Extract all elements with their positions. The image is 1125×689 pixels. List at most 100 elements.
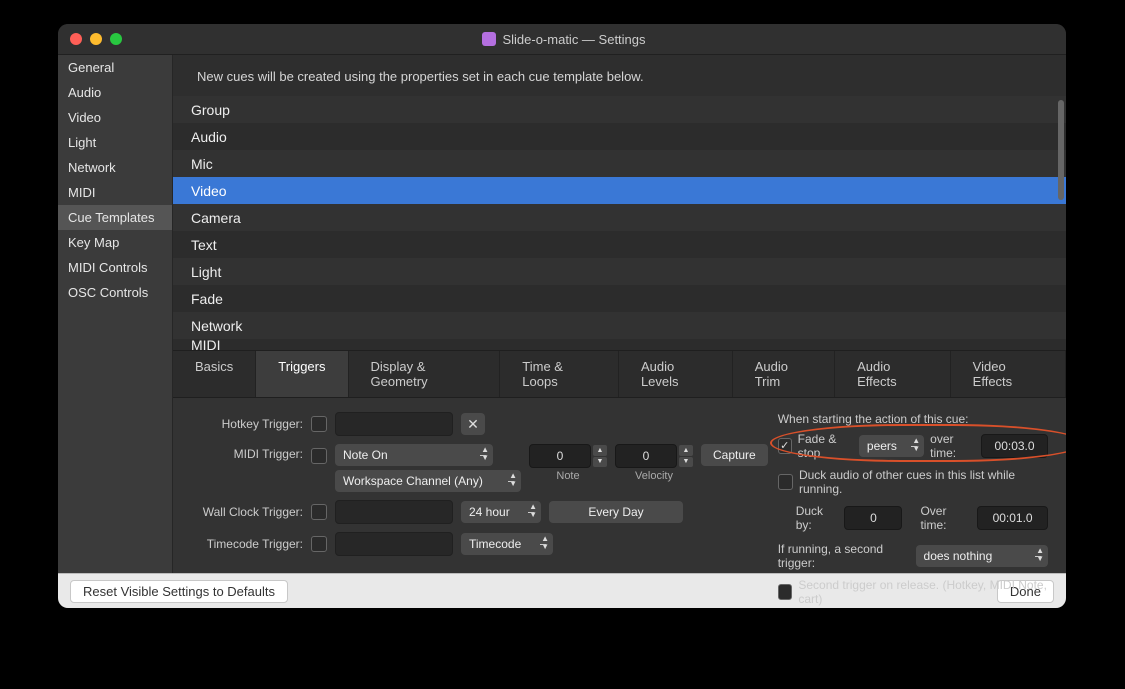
stepper-buttons[interactable]: ▲▼ — [679, 445, 693, 467]
wallclock-label: Wall Clock Trigger: — [191, 505, 303, 519]
fade-stop-target-select[interactable]: peers ▲▼ — [859, 435, 924, 457]
wallclock-format-value: 24 hour — [469, 505, 510, 519]
release-checkbox[interactable] — [778, 584, 793, 600]
fade-stop-checkbox[interactable] — [778, 438, 792, 454]
midi-checkbox[interactable] — [311, 448, 327, 464]
timecode-mode-select[interactable]: Timecode ▲▼ — [461, 533, 553, 555]
duck-over-label: Over time: — [920, 504, 971, 532]
sidebar-item-midi-controls[interactable]: MIDI Controls — [58, 255, 172, 280]
midi-type-select[interactable]: Note On ▲▼ — [335, 444, 493, 466]
window-controls — [70, 33, 122, 45]
midi-velocity-label: Velocity — [635, 470, 673, 482]
zoom-icon[interactable] — [110, 33, 122, 45]
sidebar-item-audio[interactable]: Audio — [58, 80, 172, 105]
sidebar-item-video[interactable]: Video — [58, 105, 172, 130]
fade-stop-over-label: over time: — [930, 432, 975, 460]
sidebar-item-light[interactable]: Light — [58, 130, 172, 155]
fade-stop-time-input[interactable]: 00:03.0 — [981, 434, 1048, 458]
duck-over-input[interactable]: 00:01.0 — [977, 506, 1048, 530]
hotkey-row: Hotkey Trigger: ✕ — [191, 412, 768, 436]
midi-channel-value: Workspace Channel (Any) — [343, 474, 483, 488]
cue-row-light[interactable]: Light — [173, 258, 1066, 285]
wallclock-input[interactable] — [335, 500, 453, 524]
tab-basics[interactable]: Basics — [173, 351, 256, 397]
midi-capture-button[interactable]: Capture — [701, 444, 768, 466]
timecode-label: Timecode Trigger: — [191, 537, 303, 551]
duck-label: Duck audio of other cues in this list wh… — [799, 468, 1048, 496]
wallclock-format-select[interactable]: 24 hour ▲▼ — [461, 501, 541, 523]
tab-display-geometry[interactable]: Display & Geometry — [349, 351, 501, 397]
inspector-tabs: Basics Triggers Display & Geometry Time … — [173, 350, 1066, 398]
release-label: Second trigger on release. (Hotkey, MIDI… — [798, 578, 1048, 606]
stepper-buttons[interactable]: ▲▼ — [593, 445, 607, 467]
cue-row-mic[interactable]: Mic — [173, 150, 1066, 177]
duck-checkbox[interactable] — [778, 474, 793, 490]
cue-row-video[interactable]: Video — [173, 177, 1066, 204]
cue-row-audio[interactable]: Audio — [173, 123, 1066, 150]
cue-row-fade[interactable]: Fade — [173, 285, 1066, 312]
hotkey-clear-button[interactable]: ✕ — [461, 413, 485, 435]
midi-label: MIDI Trigger: — [191, 444, 303, 461]
timecode-mode-value: Timecode — [469, 537, 521, 551]
timecode-checkbox[interactable] — [311, 536, 327, 552]
settings-window: Slide-o-matic — Settings General Audio V… — [58, 24, 1066, 608]
action-right: When starting the action of this cue: Fa… — [778, 412, 1048, 563]
duck-row: Duck audio of other cues in this list wh… — [778, 468, 1048, 496]
cue-row-group[interactable]: Group — [173, 96, 1066, 123]
midi-velocity-value[interactable]: 0 — [615, 444, 677, 468]
second-trigger-value: does nothing — [924, 549, 993, 563]
sidebar-item-osc-controls[interactable]: OSC Controls — [58, 280, 172, 305]
hotkey-label: Hotkey Trigger: — [191, 417, 303, 431]
sidebar: General Audio Video Light Network MIDI C… — [58, 55, 173, 573]
midi-channel-select[interactable]: Workspace Channel (Any) ▲▼ — [335, 470, 521, 492]
body: General Audio Video Light Network MIDI C… — [58, 55, 1066, 573]
hotkey-checkbox[interactable] — [311, 416, 327, 432]
midi-velocity-stepper[interactable]: 0 ▲▼ — [615, 444, 693, 468]
cue-row-network[interactable]: Network — [173, 312, 1066, 339]
timecode-row: Timecode Trigger: Timecode ▲▼ — [191, 532, 768, 556]
second-trigger-label: If running, a second trigger: — [778, 542, 910, 570]
reset-button[interactable]: Reset Visible Settings to Defaults — [70, 580, 288, 603]
second-trigger-select[interactable]: does nothing ▲▼ — [916, 545, 1048, 567]
sidebar-item-key-map[interactable]: Key Map — [58, 230, 172, 255]
close-icon[interactable] — [70, 33, 82, 45]
scrollbar[interactable] — [1058, 100, 1064, 200]
fade-stop-label: Fade & stop — [798, 432, 853, 460]
wallclock-repeat-button[interactable]: Every Day — [549, 501, 683, 523]
triggers-left: Hotkey Trigger: ✕ MIDI Trigger: Note On … — [191, 412, 768, 563]
release-row: Second trigger on release. (Hotkey, MIDI… — [778, 578, 1048, 606]
cue-template-list[interactable]: Group Audio Mic Video Camera Text Light … — [173, 96, 1066, 350]
tab-time-loops[interactable]: Time & Loops — [500, 351, 619, 397]
fade-stop-row: Fade & stop peers ▲▼ over time: 00:03.0 — [778, 432, 1048, 460]
midi-note-value[interactable]: 0 — [529, 444, 591, 468]
tab-audio-levels[interactable]: Audio Levels — [619, 351, 733, 397]
triggers-panel: Hotkey Trigger: ✕ MIDI Trigger: Note On … — [173, 398, 1066, 573]
sidebar-item-general[interactable]: General — [58, 55, 172, 80]
duck-params-row: Duck by: 0 Over time: 00:01.0 — [778, 504, 1048, 532]
sidebar-item-midi[interactable]: MIDI — [58, 180, 172, 205]
tab-video-effects[interactable]: Video Effects — [951, 351, 1066, 397]
midi-note-label: Note — [556, 470, 579, 482]
action-heading: When starting the action of this cue: — [778, 412, 1048, 426]
timecode-input[interactable] — [335, 532, 453, 556]
cue-row-camera[interactable]: Camera — [173, 204, 1066, 231]
tab-triggers[interactable]: Triggers — [256, 351, 348, 397]
midi-note-stepper[interactable]: 0 ▲▼ — [529, 444, 607, 468]
wallclock-checkbox[interactable] — [311, 504, 327, 520]
cue-row-midi[interactable]: MIDI — [173, 339, 1066, 350]
window-title: Slide-o-matic — Settings — [134, 32, 994, 47]
wallclock-row: Wall Clock Trigger: 24 hour ▲▼ Every Day — [191, 500, 768, 524]
description-text: New cues will be created using the prope… — [173, 55, 1066, 96]
duck-by-input[interactable]: 0 — [844, 506, 902, 530]
main: New cues will be created using the prope… — [173, 55, 1066, 573]
tab-audio-trim[interactable]: Audio Trim — [733, 351, 835, 397]
hotkey-input[interactable] — [335, 412, 453, 436]
tab-audio-effects[interactable]: Audio Effects — [835, 351, 951, 397]
titlebar: Slide-o-matic — Settings — [58, 24, 1066, 55]
sidebar-item-cue-templates[interactable]: Cue Templates — [58, 205, 172, 230]
sidebar-item-network[interactable]: Network — [58, 155, 172, 180]
minimize-icon[interactable] — [90, 33, 102, 45]
cue-row-text[interactable]: Text — [173, 231, 1066, 258]
midi-type-value: Note On — [343, 448, 388, 462]
midi-row: MIDI Trigger: Note On ▲▼ Workspace Chann… — [191, 444, 768, 492]
